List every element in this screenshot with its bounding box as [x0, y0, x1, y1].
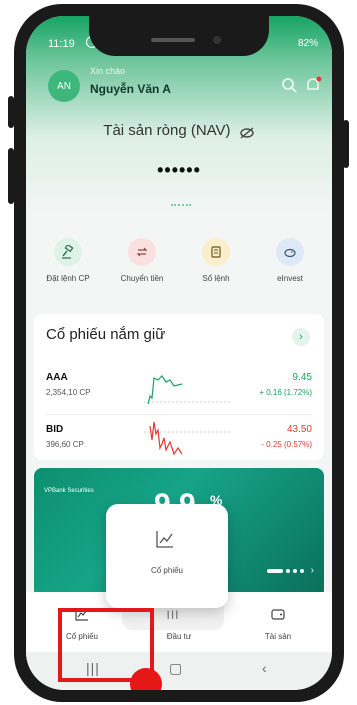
- wallet-icon: [238, 606, 318, 622]
- camera-notch: [89, 16, 269, 56]
- action-label: Chuyển tiền: [120, 274, 164, 283]
- page-indicator: [171, 204, 191, 206]
- ticker: AAA: [46, 372, 68, 383]
- quantity: 396,60 CP: [46, 440, 84, 449]
- greeting-text: Xin chào: [90, 66, 126, 76]
- holding-row[interactable]: BID 396,60 CP 43.50 - 0.25 (0.57%): [34, 418, 324, 466]
- banner-brand: VPBank Securities: [44, 488, 94, 494]
- change: - 0.25 (0.57%): [261, 440, 312, 449]
- row-divider: [46, 414, 312, 415]
- chevron-right-icon[interactable]: ›: [311, 565, 314, 576]
- price: 9.45: [292, 372, 312, 383]
- phone-frame: 11:19 82% AN Xin chào Nguyễn Văn A Tài s…: [14, 4, 344, 702]
- action-place-order[interactable]: Đặt lệnh CP: [32, 238, 104, 283]
- avatar[interactable]: AN: [48, 70, 80, 102]
- action-label: Sổ lệnh: [202, 274, 230, 283]
- search-icon[interactable]: [280, 76, 298, 94]
- pager-dot: [299, 568, 304, 573]
- nav-title: Tài sản ròng (NAV): [26, 122, 332, 139]
- bell-icon[interactable]: [304, 76, 322, 94]
- action-transfer[interactable]: Chuyển tiền: [106, 238, 178, 283]
- back-button[interactable]: ‹: [262, 660, 267, 676]
- app-screen: 11:19 82% AN Xin chào Nguyễn Văn A Tài s…: [26, 16, 332, 690]
- price: 43.50: [286, 424, 312, 435]
- pager-dot: [292, 568, 297, 573]
- action-einvest[interactable]: eInvest: [254, 238, 326, 283]
- piggy-bank-icon: [276, 238, 304, 266]
- action-label: eInvest: [277, 274, 303, 283]
- status-time: 11:19: [48, 38, 75, 50]
- home-button[interactable]: ▢: [169, 660, 182, 677]
- chevron-right-icon[interactable]: ›: [292, 328, 310, 346]
- change: + 0.16 (1.72%): [259, 388, 312, 397]
- order-book-icon: [202, 238, 230, 266]
- popup-label: Cổ phiếu: [150, 566, 184, 575]
- transfer-icon: [128, 238, 156, 266]
- nav-masked-value: ••••••: [157, 160, 201, 180]
- tab-label: Tài sản: [264, 632, 292, 641]
- sparkline-up: [144, 375, 230, 405]
- quick-actions: Đặt lệnh CP Chuyển tiền Sổ lệnh eInvest: [32, 238, 326, 283]
- holding-row[interactable]: AAA 2,354,10 CP 9.45 + 0.16 (1.72%): [34, 366, 324, 414]
- gavel-icon: [54, 238, 82, 266]
- holdings-card: Cổ phiếu nắm giữ › AAA 2,354,10 CP 9.45 …: [34, 314, 324, 460]
- pager-dot-active: [266, 568, 283, 573]
- quantity: 2,354,10 CP: [46, 388, 91, 397]
- tab-assets[interactable]: Tài sản: [238, 606, 318, 641]
- action-order-book[interactable]: Sổ lệnh: [180, 238, 252, 283]
- nav-title-text: Tài sản ròng (NAV): [103, 122, 231, 139]
- battery-level: 82%: [297, 38, 318, 49]
- stocks-popup[interactable]: Cổ phiếu: [106, 504, 228, 608]
- holdings-title: Cổ phiếu nắm giữ: [46, 326, 166, 343]
- action-label: Đặt lệnh CP: [46, 274, 90, 283]
- pager-dot: [285, 568, 290, 573]
- eye-off-icon[interactable]: [239, 126, 255, 139]
- chart-line-icon: [154, 528, 176, 555]
- sparkline-down: [144, 421, 230, 456]
- ticker: BID: [46, 424, 64, 435]
- banner-pager: ›: [266, 565, 314, 576]
- user-name: Nguyễn Văn A: [90, 82, 171, 96]
